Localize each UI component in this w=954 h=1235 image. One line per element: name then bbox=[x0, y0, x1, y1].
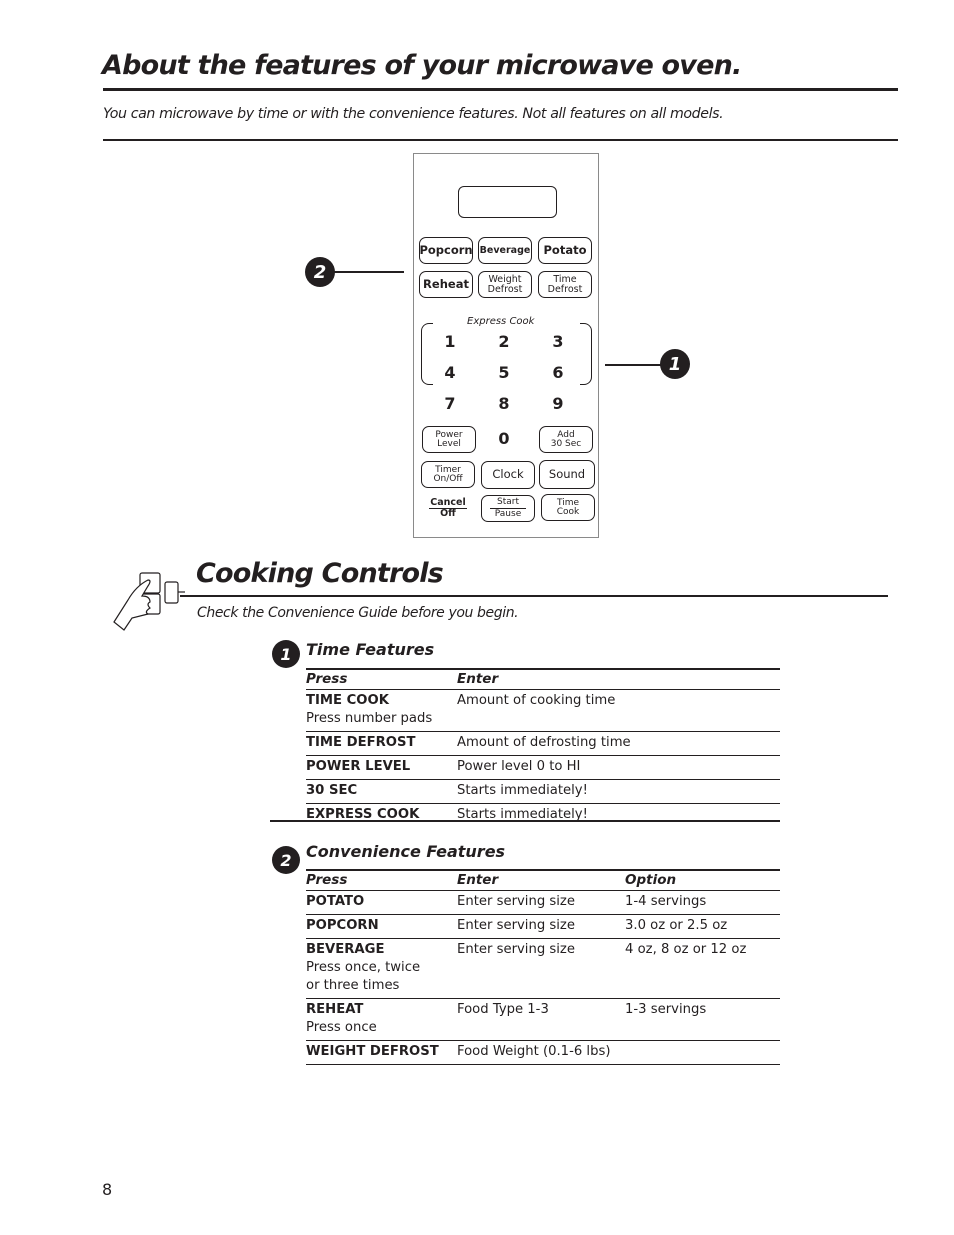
number-key-1[interactable]: 1 bbox=[440, 332, 460, 351]
column-header-option: Option bbox=[625, 872, 677, 888]
table-row: TIME COOK Press number pads Amount of coo… bbox=[306, 690, 780, 732]
enter-cell: Enter serving size bbox=[457, 894, 575, 909]
press-note: Press once bbox=[306, 1020, 377, 1035]
time-defrost-key[interactable]: Time Defrost bbox=[538, 271, 592, 298]
table-header-row: Press Enter bbox=[306, 669, 780, 690]
table-header-row: Press Enter Option bbox=[306, 870, 780, 891]
table-row: WEIGHT DEFROST Food Weight (0.1-6 lbs) bbox=[306, 1041, 780, 1065]
enter-cell: Food Weight (0.1-6 lbs) bbox=[457, 1044, 611, 1059]
time-features-table: Press Enter TIME COOK Press number pads A… bbox=[306, 668, 780, 827]
number-key-0[interactable]: 0 bbox=[494, 429, 514, 448]
time-features-number: 1 bbox=[272, 640, 300, 668]
column-header-enter: Enter bbox=[457, 671, 499, 687]
start-pause-key[interactable]: Start Pause bbox=[481, 495, 535, 522]
table-row: 30 SEC Starts immediately! bbox=[306, 780, 780, 804]
section-title: Cooking Controls bbox=[196, 558, 444, 589]
enter-cell: Enter serving size bbox=[457, 918, 575, 933]
express-cook-bracket-left bbox=[421, 323, 433, 385]
option-cell: 1-4 servings bbox=[625, 894, 707, 909]
number-key-7[interactable]: 7 bbox=[440, 394, 460, 413]
table-row: BEVERAGE Press once, twice or three times… bbox=[306, 939, 780, 999]
callout-1: 1 bbox=[660, 349, 690, 379]
callout-1-leader bbox=[605, 364, 663, 366]
timer-key[interactable]: Timer On/Off bbox=[421, 461, 475, 488]
column-header-press: Press bbox=[306, 671, 348, 687]
option-cell: 4 oz, 8 oz or 12 oz bbox=[625, 942, 747, 957]
power-level-key[interactable]: Power Level bbox=[422, 426, 476, 453]
title-rule bbox=[103, 88, 898, 91]
enter-cell: Power level 0 to HI bbox=[457, 759, 581, 774]
number-key-5[interactable]: 5 bbox=[494, 363, 514, 382]
press-cell: REHEAT bbox=[306, 1002, 364, 1017]
press-cell: POTATO bbox=[306, 894, 365, 909]
press-cell: WEIGHT DEFROST bbox=[306, 1044, 439, 1059]
potato-key[interactable]: Potato bbox=[538, 237, 592, 264]
option-cell: 3.0 oz or 2.5 oz bbox=[625, 918, 728, 933]
convenience-features-title: Convenience Features bbox=[306, 842, 506, 861]
press-cell: TIME COOK bbox=[306, 693, 389, 708]
callout-2-leader bbox=[334, 271, 404, 273]
express-cook-label: Express Cook bbox=[467, 316, 535, 327]
option-cell: 1-3 servings bbox=[625, 1002, 707, 1017]
panel-display bbox=[458, 186, 557, 218]
time-features-title: Time Features bbox=[306, 640, 435, 659]
express-cook-bracket-right bbox=[580, 323, 592, 385]
press-cell: EXPRESS COOK bbox=[306, 807, 420, 822]
press-cell: BEVERAGE bbox=[306, 942, 385, 957]
number-key-4[interactable]: 4 bbox=[440, 363, 460, 382]
page-number: 8 bbox=[102, 1180, 113, 1199]
press-cell: POWER LEVEL bbox=[306, 759, 411, 774]
convenience-features-number: 2 bbox=[272, 846, 300, 874]
time-features-bottom-rule bbox=[270, 820, 780, 822]
sound-key[interactable]: Sound bbox=[539, 460, 595, 489]
hand-pressing-button-icon bbox=[113, 572, 185, 631]
weight-defrost-key[interactable]: Weight Defrost bbox=[478, 271, 532, 298]
column-header-press: Press bbox=[306, 872, 348, 888]
number-key-2[interactable]: 2 bbox=[494, 332, 514, 351]
section-rule bbox=[180, 595, 888, 597]
table-row: EXPRESS COOK Starts immediately! bbox=[306, 804, 780, 828]
cancel-off-key[interactable]: Cancel Off bbox=[424, 498, 472, 519]
section-subtitle: Check the Convenience Guide before you b… bbox=[197, 605, 519, 621]
intro-text: You can microwave by time or with the co… bbox=[103, 106, 724, 122]
table-row: REHEAT Press once Food Type 1-3 1-3 servi… bbox=[306, 999, 780, 1041]
table-row: POTATO Enter serving size 1-4 servings bbox=[306, 891, 780, 915]
pause-label: Pause bbox=[494, 509, 522, 519]
table-row: POPCORN Enter serving size 3.0 oz or 2.5… bbox=[306, 915, 780, 939]
press-cell: POPCORN bbox=[306, 918, 379, 933]
off-label: Off bbox=[440, 507, 456, 519]
option-cell bbox=[625, 1041, 780, 1065]
number-key-6[interactable]: 6 bbox=[548, 363, 568, 382]
callout-2: 2 bbox=[305, 257, 335, 287]
add-30-sec-key[interactable]: Add 30 Sec bbox=[539, 426, 593, 453]
reheat-key[interactable]: Reheat bbox=[419, 271, 473, 298]
enter-cell: Starts immediately! bbox=[457, 807, 588, 822]
enter-cell: Amount of defrosting time bbox=[457, 735, 631, 750]
enter-cell: Starts immediately! bbox=[457, 783, 588, 798]
enter-cell: Food Type 1-3 bbox=[457, 1002, 549, 1017]
page-title: About the features of your microwave ove… bbox=[102, 50, 742, 81]
press-note: Press once, twice or three times bbox=[306, 960, 421, 993]
column-header-enter: Enter bbox=[457, 872, 499, 888]
number-key-8[interactable]: 8 bbox=[494, 394, 514, 413]
start-label: Start bbox=[497, 497, 519, 507]
enter-cell: Enter serving size bbox=[457, 942, 575, 957]
number-key-3[interactable]: 3 bbox=[548, 332, 568, 351]
clock-key[interactable]: Clock bbox=[481, 461, 535, 489]
press-cell: 30 SEC bbox=[306, 783, 358, 798]
popcorn-key[interactable]: Popcorn bbox=[419, 237, 473, 264]
table-row: TIME DEFROST Amount of defrosting time bbox=[306, 732, 780, 756]
convenience-features-table: Press Enter Option POTATO Enter serving … bbox=[306, 869, 780, 1065]
number-key-9[interactable]: 9 bbox=[548, 394, 568, 413]
press-note: Press number pads bbox=[306, 711, 433, 726]
time-cook-key[interactable]: Time Cook bbox=[541, 494, 595, 521]
intro-rule bbox=[103, 139, 898, 141]
table-row: POWER LEVEL Power level 0 to HI bbox=[306, 756, 780, 780]
press-cell: TIME DEFROST bbox=[306, 735, 416, 750]
enter-cell: Amount of cooking time bbox=[457, 693, 616, 708]
beverage-key[interactable]: Beverage bbox=[478, 237, 532, 264]
